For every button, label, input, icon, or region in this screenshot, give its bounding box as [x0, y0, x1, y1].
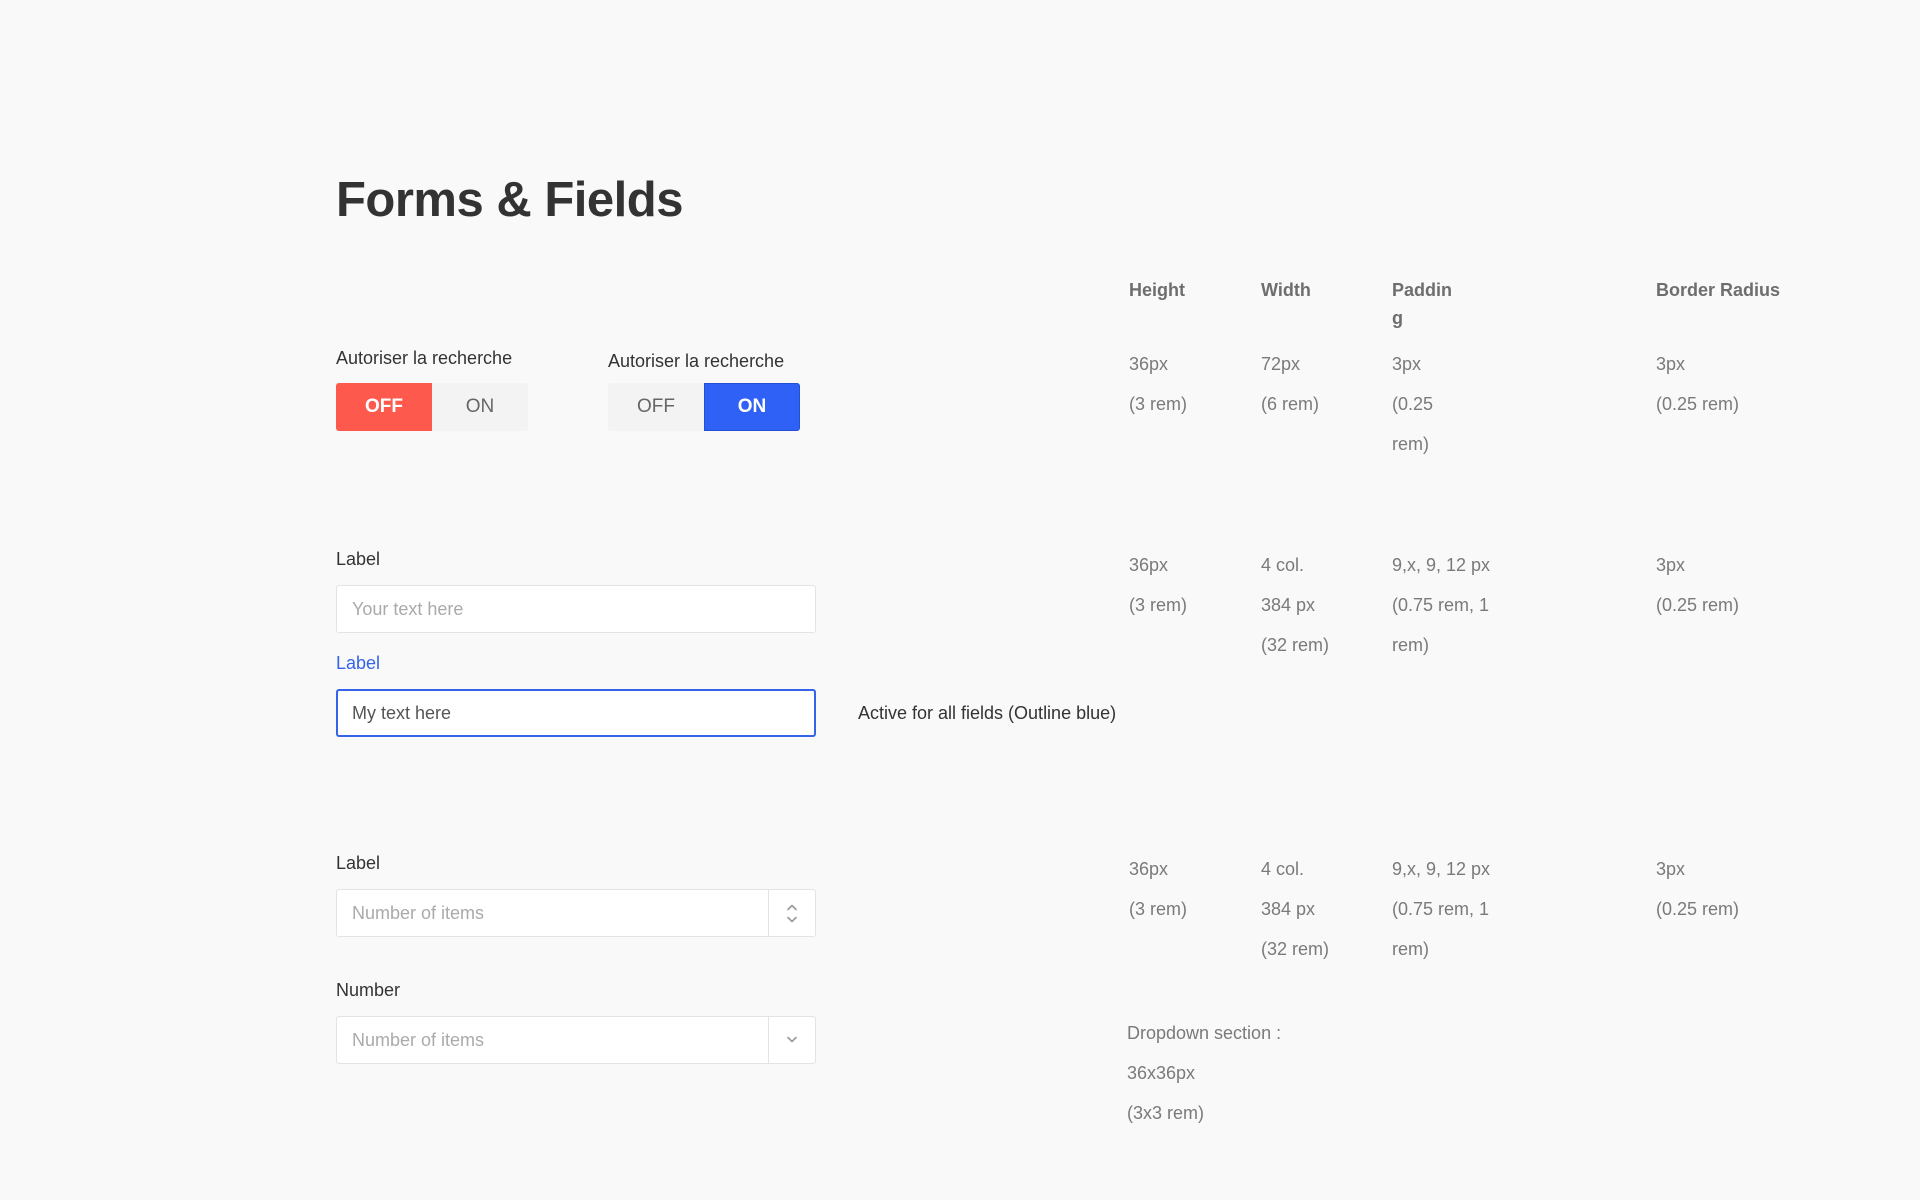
toggle-group-on: OFF ON: [608, 383, 800, 431]
text-spec-width: 4 col. 384 px (32 rem): [1261, 545, 1329, 665]
spec-value: 72px: [1261, 354, 1301, 374]
number-stepper: [336, 889, 816, 937]
text-spec-border-radius: 3px (0.25 rem): [1656, 545, 1739, 625]
header-width: Width: [1261, 280, 1311, 300]
toggle-spec-height: 36px (3 rem): [1129, 344, 1187, 424]
spec-value: 3px: [1392, 354, 1422, 374]
spec-value: 9,x, 9, 12 px: [1392, 859, 1491, 879]
spec-value: (0.25 rem): [1656, 899, 1740, 919]
toggle-on-button[interactable]: ON: [704, 383, 800, 431]
stepper-field-label: Label: [336, 853, 381, 873]
text-input[interactable]: [336, 585, 816, 633]
toggle-label-1: Autoriser la recherche: [336, 348, 513, 368]
toggle-off-button[interactable]: OFF: [608, 383, 704, 431]
spec-value: rem): [1392, 939, 1429, 959]
number-spec-height: 36px (3 rem): [1129, 849, 1187, 929]
spec-value: (6 rem): [1261, 394, 1319, 414]
active-text-input[interactable]: [336, 689, 816, 737]
page-title: Forms & Fields: [336, 173, 683, 227]
header-padding-line2: g: [1392, 308, 1403, 328]
spec-value: (32 rem): [1261, 939, 1330, 959]
spec-value: (0.75 rem, 1: [1392, 595, 1490, 615]
chevron-down-icon: [787, 1036, 797, 1043]
spec-value: (3 rem): [1129, 595, 1187, 615]
stepper-controls: [768, 890, 815, 936]
spec-value: (0.75 rem, 1: [1392, 899, 1490, 919]
number-spec-padding: 9,x, 9, 12 px (0.75 rem, 1 rem): [1392, 849, 1490, 969]
header-height: Height: [1129, 280, 1185, 300]
spec-value: (0.25: [1392, 394, 1434, 414]
toggle-spec-width: 72px (6 rem): [1261, 344, 1319, 424]
spec-value: 4 col.: [1261, 555, 1305, 575]
header-padding: Paddin g: [1392, 276, 1452, 332]
spec-value: (32 rem): [1261, 635, 1330, 655]
dropdown-toggle[interactable]: [768, 1017, 815, 1063]
active-field-note: Active for all fields (Outline blue): [858, 703, 1117, 723]
note-line: 36x36px: [1127, 1063, 1196, 1083]
spec-value: rem): [1392, 434, 1429, 454]
spec-value: rem): [1392, 635, 1429, 655]
spec-value: 4 col.: [1261, 859, 1305, 879]
toggle-label-2: Autoriser la recherche: [608, 351, 785, 371]
toggle-spec-padding: 3px (0.25 rem): [1392, 344, 1433, 464]
spec-value: 36px: [1129, 555, 1169, 575]
spec-value: 3px: [1656, 859, 1686, 879]
spec-value: 3px: [1656, 555, 1686, 575]
toggle-off-button[interactable]: OFF: [336, 383, 432, 431]
dropdown-input[interactable]: [337, 1017, 768, 1063]
chevron-up-icon[interactable]: [786, 903, 798, 911]
header-border-radius: Border Radius: [1656, 280, 1781, 300]
dropdown-field-label: Number: [336, 980, 401, 1000]
active-field-label: Label: [336, 653, 381, 673]
spec-value: 384 px: [1261, 595, 1316, 615]
spec-value: (3 rem): [1129, 394, 1187, 414]
chevron-down-icon[interactable]: [786, 916, 798, 924]
toggle-on-button[interactable]: ON: [432, 383, 528, 431]
spec-value: 384 px: [1261, 899, 1316, 919]
note-line: Dropdown section :: [1127, 1023, 1282, 1043]
spec-value: (0.25 rem): [1656, 595, 1740, 615]
spec-value: 3px: [1656, 354, 1686, 374]
number-spec-width: 4 col. 384 px (32 rem): [1261, 849, 1329, 969]
toggle-spec-border-radius: 3px (0.25 rem): [1656, 344, 1739, 424]
text-spec-height: 36px (3 rem): [1129, 545, 1187, 625]
note-line: (3x3 rem): [1127, 1103, 1205, 1123]
header-padding-line1: Paddin: [1392, 280, 1453, 300]
spec-value: (0.25 rem): [1656, 394, 1740, 414]
toggle-group-off: OFF ON: [336, 383, 528, 431]
number-dropdown[interactable]: [336, 1016, 816, 1064]
spec-value: (3 rem): [1129, 899, 1187, 919]
number-spec-border-radius: 3px (0.25 rem): [1656, 849, 1739, 929]
spec-value: 36px: [1129, 859, 1169, 879]
spec-value: 9,x, 9, 12 px: [1392, 555, 1491, 575]
stepper-input[interactable]: [337, 890, 768, 936]
dropdown-section-note: Dropdown section : 36x36px (3x3 rem): [1127, 1013, 1281, 1133]
text-spec-padding: 9,x, 9, 12 px (0.75 rem, 1 rem): [1392, 545, 1490, 665]
text-field-label: Label: [336, 549, 381, 569]
spec-value: 36px: [1129, 354, 1169, 374]
